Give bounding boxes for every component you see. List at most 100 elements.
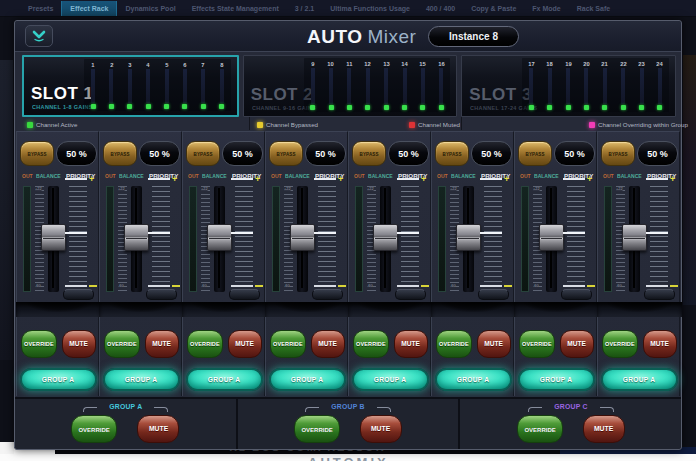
channel-number-text: 24 bbox=[657, 60, 663, 66]
group-assign-button[interactable]: GROUP A bbox=[186, 368, 263, 391]
gain-display[interactable]: 50 % bbox=[388, 141, 429, 166]
override-button[interactable]: OVERRIDE bbox=[21, 330, 57, 358]
bypass-button[interactable]: BYPASS bbox=[518, 141, 552, 166]
channel-option-button[interactable] bbox=[63, 289, 94, 300]
background-tab[interactable]: Effect Rack bbox=[61, 1, 117, 16]
override-button[interactable]: OVERRIDE bbox=[436, 330, 472, 358]
mute-button[interactable]: MUTE bbox=[62, 330, 96, 358]
bypass-button[interactable]: BYPASS bbox=[103, 141, 137, 166]
group-mute-button[interactable]: MUTE bbox=[583, 415, 625, 443]
background-tab[interactable]: 400 / 400 bbox=[418, 1, 463, 16]
background-tab[interactable]: 3 / 2.1 bbox=[287, 1, 322, 16]
group-header: GROUP C bbox=[460, 402, 681, 412]
background-tab[interactable]: Ultima Functions Usage bbox=[322, 1, 418, 16]
fader-handle[interactable] bbox=[539, 224, 564, 251]
mute-button[interactable]: MUTE bbox=[477, 330, 511, 358]
bypass-button[interactable]: BYPASS bbox=[601, 141, 635, 166]
bypass-button[interactable]: BYPASS bbox=[435, 141, 469, 166]
priority-scale[interactable] bbox=[650, 186, 668, 286]
background-tab-label: Copy & Paste bbox=[471, 5, 516, 12]
fader-zone: +22 -60 + bbox=[432, 178, 515, 298]
priority-scale[interactable] bbox=[69, 186, 87, 286]
slot-channel: 5 bbox=[161, 60, 173, 109]
channel-option-button[interactable] bbox=[229, 289, 260, 300]
group-assign-button[interactable]: GROUP A bbox=[435, 368, 512, 391]
override-button[interactable]: OVERRIDE bbox=[270, 330, 306, 358]
mute-button[interactable]: MUTE bbox=[145, 330, 179, 358]
collapse-button[interactable] bbox=[25, 25, 53, 47]
background-tab[interactable]: Dynamics Pool bbox=[117, 1, 183, 16]
fader-handle[interactable] bbox=[373, 224, 398, 251]
background-tab[interactable]: Copy & Paste bbox=[463, 1, 524, 16]
channel-option-button[interactable] bbox=[478, 289, 509, 300]
gain-display[interactable]: 50 % bbox=[139, 141, 180, 166]
priority-scale[interactable] bbox=[401, 186, 419, 286]
channel-option-button[interactable] bbox=[312, 289, 343, 300]
slot-panel[interactable]: SLOT 1 CHANNEL 1-8 GAINS 1 2 bbox=[22, 55, 239, 117]
group-override-button[interactable]: OVERRIDE bbox=[294, 415, 340, 443]
channel-active-led bbox=[347, 105, 352, 110]
group-assign-button[interactable]: GROUP A bbox=[518, 368, 595, 391]
mute-button[interactable]: MUTE bbox=[560, 330, 594, 358]
slot-panel[interactable]: SLOT 2 CHANNEL 9-16 GAINS 9 10 bbox=[243, 55, 458, 117]
channel-option-button[interactable] bbox=[561, 289, 592, 300]
fader-handle[interactable] bbox=[622, 224, 647, 251]
fader-zone: +22 -60 + bbox=[598, 178, 681, 298]
gain-display[interactable]: 50 % bbox=[305, 141, 346, 166]
gain-display[interactable]: 50 % bbox=[471, 141, 512, 166]
gain-display[interactable]: 50 % bbox=[56, 141, 97, 166]
priority-scale[interactable] bbox=[567, 186, 585, 286]
mute-button[interactable]: MUTE bbox=[394, 330, 428, 358]
group-override-button[interactable]: OVERRIDE bbox=[71, 415, 117, 443]
scale-top-label: +22 bbox=[616, 179, 628, 197]
group-mute-button[interactable]: MUTE bbox=[137, 415, 179, 443]
priority-scale[interactable] bbox=[484, 186, 502, 286]
background-tab[interactable]: Presets bbox=[20, 1, 61, 16]
background-tab[interactable]: Fx Mode bbox=[524, 1, 568, 16]
fader-handle[interactable] bbox=[290, 224, 315, 251]
group-assign-label: GROUP A bbox=[374, 376, 407, 383]
bypass-button[interactable]: BYPASS bbox=[186, 141, 220, 166]
override-button[interactable]: OVERRIDE bbox=[353, 330, 389, 358]
channel-number: 5 bbox=[164, 60, 170, 68]
override-button[interactable]: OVERRIDE bbox=[519, 330, 555, 358]
out-meter bbox=[521, 186, 529, 292]
group-mute-button[interactable]: MUTE bbox=[360, 415, 402, 443]
gain-display[interactable]: 50 % bbox=[554, 141, 595, 166]
group-assign-button[interactable]: GROUP A bbox=[269, 368, 346, 391]
fader-handle[interactable] bbox=[207, 224, 232, 251]
slot-panel[interactable]: SLOT 3 CHANNEL 17-24 GAINS 17 1 bbox=[461, 55, 676, 117]
channel-option-button[interactable] bbox=[644, 289, 675, 300]
priority-plus: + bbox=[89, 174, 94, 184]
bypass-button[interactable]: BYPASS bbox=[352, 141, 386, 166]
channel-option-button[interactable] bbox=[146, 289, 177, 300]
mute-button[interactable]: MUTE bbox=[228, 330, 262, 358]
out-meter bbox=[355, 186, 363, 292]
group-assign-button[interactable]: GROUP A bbox=[20, 368, 97, 391]
group-assign-button[interactable]: GROUP A bbox=[103, 368, 180, 391]
fader-handle[interactable] bbox=[41, 224, 66, 251]
gain-display[interactable]: 50 % bbox=[222, 141, 263, 166]
channel-option-button[interactable] bbox=[395, 289, 426, 300]
priority-scale[interactable] bbox=[235, 186, 253, 286]
override-button[interactable]: OVERRIDE bbox=[104, 330, 140, 358]
priority-scale[interactable] bbox=[152, 186, 170, 286]
group-assign-button[interactable]: GROUP A bbox=[352, 368, 429, 391]
priority-value-mark bbox=[65, 232, 87, 234]
priority-scale[interactable] bbox=[318, 186, 336, 286]
mute-button[interactable]: MUTE bbox=[643, 330, 677, 358]
bypass-button[interactable]: BYPASS bbox=[269, 141, 303, 166]
bypass-button[interactable]: BYPASS bbox=[20, 141, 54, 166]
override-button[interactable]: OVERRIDE bbox=[187, 330, 223, 358]
group-override-button[interactable]: OVERRIDE bbox=[517, 415, 563, 443]
background-tab[interactable]: Effects State Management bbox=[184, 1, 287, 16]
fader-handle[interactable] bbox=[124, 224, 149, 251]
group-assign-button[interactable]: GROUP A bbox=[601, 368, 678, 391]
background-tab[interactable]: Rack Safe bbox=[569, 1, 618, 16]
fader-handle[interactable] bbox=[456, 224, 481, 251]
instance-button[interactable]: Instance 8 bbox=[428, 26, 519, 47]
mute-button[interactable]: MUTE bbox=[311, 330, 345, 358]
gain-display[interactable]: 50 % bbox=[637, 141, 678, 166]
override-button[interactable]: OVERRIDE bbox=[602, 330, 638, 358]
override-label: OVERRIDE bbox=[356, 341, 386, 347]
